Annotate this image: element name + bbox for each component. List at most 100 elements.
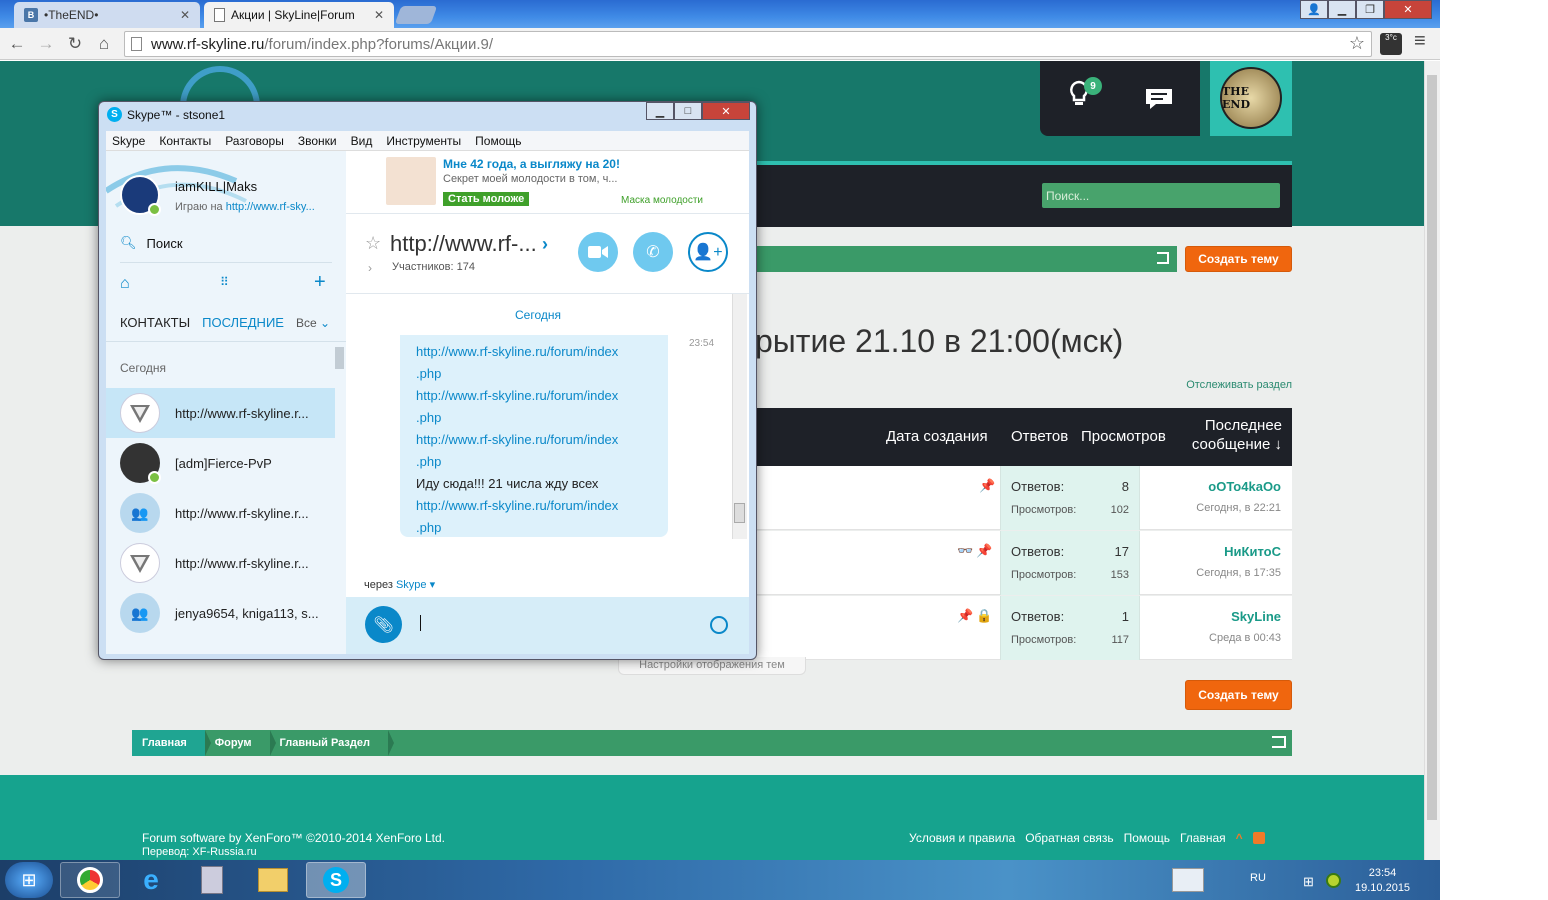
home-icon[interactable]: ⌂: [93, 33, 115, 55]
maximize-button[interactable]: ❐: [1356, 0, 1384, 19]
chat-scrollbar-thumb[interactable]: [734, 503, 745, 523]
list-item[interactable]: http://www.rf-skyline.r...: [106, 538, 335, 588]
list-item[interactable]: 👥 jenya9654, kniga113, s...: [106, 588, 335, 638]
breadcrumb-forum[interactable]: Форум: [205, 730, 276, 756]
add-icon[interactable]: +: [314, 271, 326, 294]
dialpad-icon[interactable]: ⠿: [220, 275, 229, 289]
menu-icon[interactable]: ≡: [1414, 30, 1426, 53]
tab-forum[interactable]: Акции | SkyLine|Forum ✕: [204, 2, 394, 28]
participants-count[interactable]: Участников: 174: [392, 261, 475, 273]
ad-subtitle[interactable]: Секрет моей молодости в том, ч...: [443, 173, 617, 185]
menu-tools[interactable]: Инструменты: [386, 134, 461, 148]
via-dropdown[interactable]: Skype ▾: [396, 579, 435, 591]
breadcrumb-home[interactable]: Главная: [132, 730, 211, 756]
footer-copyright[interactable]: Forum software by XenForo™ ©2010-2014 Xe…: [142, 831, 445, 845]
column-created[interactable]: Дата создания: [886, 428, 988, 445]
last-post-user[interactable]: НиКитоС: [1196, 544, 1281, 559]
avatar[interactable]: THE END: [1220, 67, 1282, 129]
chevron-right-icon[interactable]: ›: [542, 234, 548, 255]
column-last-message[interactable]: Последнее сообщение ↓: [1192, 416, 1282, 454]
message-input-caret[interactable]: [420, 615, 421, 631]
minimize-button[interactable]: ▁: [1328, 0, 1356, 19]
exit-icon[interactable]: [1272, 736, 1286, 748]
attach-icon[interactable]: 📎︎: [365, 606, 402, 643]
tab-recent[interactable]: ПОСЛЕДНИЕ: [202, 315, 284, 330]
last-post-date[interactable]: Сегодня, в 17:35: [1196, 567, 1281, 579]
ad-title[interactable]: Мне 42 года, а выгляжу на 20!: [443, 157, 620, 171]
user-icon[interactable]: 👤: [1300, 0, 1328, 19]
favorite-star-icon[interactable]: ☆: [365, 233, 381, 254]
start-button[interactable]: ⊞: [5, 862, 53, 898]
online-status-icon[interactable]: [148, 203, 161, 216]
footer-link-home[interactable]: Главная: [1180, 831, 1226, 845]
create-thread-button[interactable]: Создать тему: [1185, 246, 1292, 272]
back-icon[interactable]: ←: [6, 33, 28, 55]
list-item[interactable]: 👥 http://www.rf-skyline.r...: [106, 488, 335, 538]
emoticon-icon[interactable]: [710, 616, 728, 634]
message-link[interactable]: .php: [416, 363, 652, 385]
taskbar-skype[interactable]: S: [306, 862, 366, 898]
tab-contacts[interactable]: КОНТАКТЫ: [120, 315, 190, 330]
menu-view[interactable]: Вид: [351, 134, 373, 148]
exit-icon[interactable]: [1157, 252, 1169, 264]
close-tab-icon[interactable]: ✕: [374, 8, 384, 22]
message-link[interactable]: .php: [416, 407, 652, 429]
menu-calls[interactable]: Звонки: [298, 134, 337, 148]
new-tab-button[interactable]: [394, 6, 438, 24]
close-button[interactable]: ✕: [702, 102, 750, 120]
taskbar-chrome[interactable]: [60, 862, 120, 898]
table-row[interactable]: 📌🔒 Ответов: 1 Просмотров: 117 SkyLine Ср…: [755, 596, 1292, 660]
message-link[interactable]: http://www.rf-skyline.ru/forum/index: [416, 429, 652, 451]
language-indicator[interactable]: RU: [1250, 872, 1266, 884]
ad-link[interactable]: Маска молодости: [621, 195, 703, 206]
message-link[interactable]: http://www.rf-skyline.ru/forum/index: [416, 341, 652, 363]
footer-link-terms[interactable]: Условия и правила: [909, 831, 1015, 845]
clock[interactable]: 23:54 19.10.2015: [1355, 866, 1410, 896]
page-scrollbar-thumb[interactable]: [1427, 75, 1437, 820]
breadcrumb-main-section[interactable]: Главный Раздел: [270, 730, 395, 756]
create-thread-button-bottom[interactable]: Создать тему: [1185, 680, 1292, 710]
column-replies[interactable]: Ответов: [1011, 428, 1068, 445]
message-link[interactable]: http://www.rf-skyline.ru/forum/index: [416, 385, 652, 407]
table-row[interactable]: 👓📌 Ответов: 17 Просмотров: 153 НиКитоС С…: [755, 531, 1292, 595]
message-link[interactable]: .php: [416, 517, 652, 539]
sidebar-scrollbar[interactable]: [335, 347, 344, 369]
footer-translation[interactable]: Перевод: XF-Russia.ru: [142, 846, 257, 858]
list-item[interactable]: http://www.rf-skyline.r...: [106, 388, 335, 438]
menu-conversations[interactable]: Разговоры: [225, 134, 284, 148]
reload-icon[interactable]: ↻: [64, 33, 86, 55]
last-post-user[interactable]: oOTo4kaOo: [1196, 479, 1281, 494]
call-button[interactable]: ✆: [633, 232, 673, 272]
conversations-icon[interactable]: [1144, 87, 1174, 111]
footer-link-contact[interactable]: Обратная связь: [1025, 831, 1113, 845]
taskbar-calculator[interactable]: [182, 862, 242, 898]
watch-forum-link[interactable]: Отслеживать раздел: [1100, 379, 1292, 391]
ad-image[interactable]: [386, 157, 436, 205]
conversation-title[interactable]: http://www.rf-...: [390, 231, 537, 257]
forward-icon[interactable]: →: [35, 33, 57, 55]
menu-skype[interactable]: Skype: [112, 134, 145, 148]
video-call-button[interactable]: [578, 232, 618, 272]
rss-icon[interactable]: [1252, 832, 1265, 844]
taskbar-explorer[interactable]: [243, 862, 303, 898]
menu-contacts[interactable]: Контакты: [159, 134, 211, 148]
weather-extension-icon[interactable]: 3°c: [1380, 33, 1402, 55]
menu-help[interactable]: Помощь: [475, 134, 521, 148]
minimize-button[interactable]: ▁: [646, 102, 674, 120]
message-link[interactable]: .php: [416, 451, 652, 473]
last-post-date[interactable]: Сегодня, в 22:21: [1196, 502, 1281, 514]
add-participant-button[interactable]: 👤+: [688, 232, 728, 272]
maximize-button[interactable]: □: [674, 102, 702, 120]
pen-input-icon[interactable]: [1172, 868, 1204, 892]
taskbar-ie[interactable]: e: [121, 862, 181, 898]
search-input[interactable]: Поиск...: [1042, 183, 1280, 208]
message-link[interactable]: http://www.rf-skyline.ru/forum/index: [416, 495, 652, 517]
close-button[interactable]: ✕: [1384, 0, 1432, 19]
table-row[interactable]: 📌 Ответов: 8 Просмотров: 102 oOTo4kaOo С…: [755, 466, 1292, 530]
expand-chevron-icon[interactable]: ›: [368, 261, 372, 275]
ad-button[interactable]: Стать моложе: [443, 192, 530, 206]
message-input-area[interactable]: [346, 597, 749, 654]
close-tab-icon[interactable]: ✕: [180, 8, 190, 22]
column-views[interactable]: Просмотров: [1081, 428, 1166, 445]
profile-mood[interactable]: Играю на http://www.rf-sky...: [175, 201, 315, 213]
